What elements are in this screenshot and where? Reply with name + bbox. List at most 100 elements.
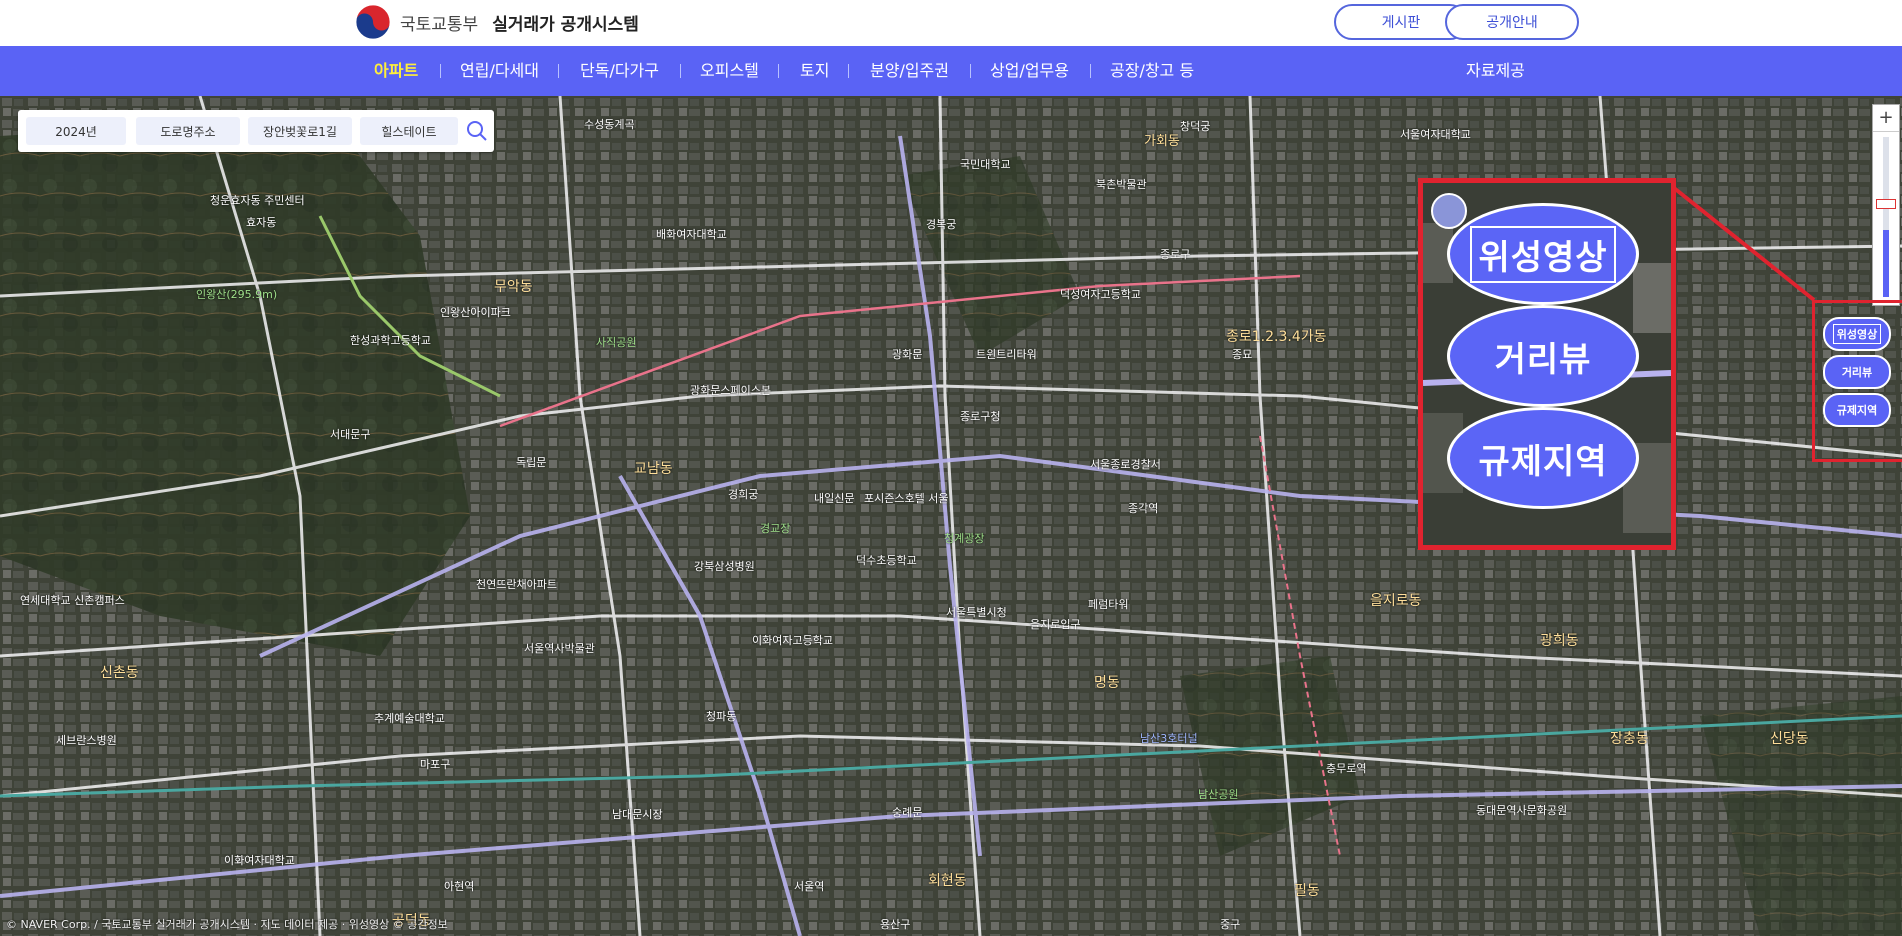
guide-button[interactable]: 공개안내 xyxy=(1445,4,1579,40)
road-select[interactable]: 장안벚꽃로1길 xyxy=(248,117,352,145)
map-label: 신당동 xyxy=(1770,731,1809,747)
street-view-button[interactable]: 거리뷰 xyxy=(1823,355,1891,389)
map-label: 종로구청 xyxy=(960,410,1001,423)
map-label: 서울역 xyxy=(794,880,825,893)
map-label: 서울역사박물관 xyxy=(524,642,595,655)
map-label: 강북삼성병원 xyxy=(694,560,755,573)
map-label: 중구 xyxy=(1220,918,1241,931)
nav-divider xyxy=(848,64,849,78)
map-label: 무악동 xyxy=(494,279,533,295)
map-label: 이화여자대학교 xyxy=(224,854,295,867)
search-panel: 2024년 도로명주소 장안벚꽃로1길 힐스테이트 xyxy=(18,110,494,152)
map-label: 광희동 xyxy=(1540,633,1579,649)
nav-divider xyxy=(558,64,559,78)
ministry-logo[interactable]: 국토교통부 실거래가 공개시스템 xyxy=(354,3,639,41)
map-label: 종묘 xyxy=(1232,348,1253,361)
nav-divider xyxy=(778,64,779,78)
map-copyright: © NAVER Corp. / 국토교통부 실거래가 공개시스템 · 지도 데이… xyxy=(6,918,448,931)
satellite-button-label: 위성영상 xyxy=(1832,324,1882,344)
top-header: 국토교통부 실거래가 공개시스템 게시판 공개안내 xyxy=(0,0,1902,46)
map-label: 효자동 xyxy=(246,216,277,229)
map-label: 경복궁 xyxy=(926,218,957,231)
nav-item-rowhouse[interactable]: 연립/다세대 xyxy=(460,46,539,96)
satellite-button-zoomed[interactable]: 위성영상 xyxy=(1447,203,1639,305)
map-label: 교남동 xyxy=(634,461,673,477)
nav-item-presale[interactable]: 분양/입주권 xyxy=(870,46,949,96)
map-label: 청운효자동 주민센터 xyxy=(210,194,305,207)
nav-item-apartment[interactable]: 아파트 xyxy=(374,46,418,96)
nav-divider xyxy=(680,64,681,78)
nav-item-land[interactable]: 토지 xyxy=(800,46,829,96)
map-label: 종각역 xyxy=(1128,502,1159,515)
map-label: 인왕산(295.9m) xyxy=(196,288,278,301)
map-label: 남산공원 xyxy=(1198,788,1239,801)
satellite-button-zoomed-label: 위성영상 xyxy=(1470,225,1616,283)
map-label: 서울여자대학교 xyxy=(1400,128,1471,141)
map-label: 서울종로경찰서 xyxy=(1090,458,1161,471)
nav-divider xyxy=(440,64,441,78)
main-nav: 아파트 연립/다세대 단독/다가구 오피스텔 토지 분양/입주권 상업/업무용 … xyxy=(0,46,1902,96)
map-label: 광화문스페이스본 xyxy=(690,384,771,397)
zoom-slider[interactable] xyxy=(1883,137,1889,297)
map-label: 필동 xyxy=(1294,883,1320,899)
map-label: 수성동계곡 xyxy=(584,118,635,131)
map-label: 페럼타워 xyxy=(1088,598,1129,611)
nav-item-officetel[interactable]: 오피스텔 xyxy=(700,46,759,96)
map-label: 회현동 xyxy=(928,873,967,889)
map-label: 남산3호터널 xyxy=(1140,732,1198,745)
map-label: 마포구 xyxy=(420,758,451,771)
map-label: 을지로입구 xyxy=(1030,618,1081,631)
nav-item-data-provision[interactable]: 자료제공 xyxy=(1466,46,1525,96)
map-label: 국민대학교 xyxy=(960,158,1011,171)
taegeuk-emblem-icon xyxy=(355,4,391,40)
map-label: 동대문역사문화공원 xyxy=(1476,804,1568,817)
map-label: 천연뜨란채아파트 xyxy=(476,578,557,591)
map-label: 신촌동 xyxy=(100,665,139,681)
map-label: 서울특별시청 xyxy=(946,606,1007,619)
map-type-buttons: 위성영상 거리뷰 규제지역 xyxy=(1812,300,1902,462)
street-view-button-zoomed[interactable]: 거리뷰 xyxy=(1447,305,1639,407)
map-label: 장충동 xyxy=(1610,731,1649,747)
map-label: 세브란스병원 xyxy=(56,734,117,747)
map-label: 경교장 xyxy=(760,522,791,535)
satellite-button[interactable]: 위성영상 xyxy=(1823,317,1891,351)
regulation-area-button[interactable]: 규제지역 xyxy=(1823,393,1891,427)
map-label: 숭례문 xyxy=(892,806,923,819)
map-label: 독립문 xyxy=(516,456,547,469)
map-label: 창덕궁 xyxy=(1180,120,1211,133)
map-label: 아현역 xyxy=(444,880,475,893)
map-label: 종로구 xyxy=(1160,248,1191,261)
nav-item-factory[interactable]: 공장/창고 등 xyxy=(1110,46,1194,96)
map-label: 가회동 xyxy=(1144,134,1180,149)
map-label: 청파동 xyxy=(706,710,737,723)
map-label: 덕성여자고등학교 xyxy=(1060,288,1141,301)
map-label: 충무로역 xyxy=(1326,762,1367,775)
zoom-in-button[interactable]: + xyxy=(1873,105,1899,132)
map-label: 덕수초등학교 xyxy=(856,554,917,567)
map-label: 서대문구 xyxy=(330,428,371,441)
regulation-area-button-zoomed[interactable]: 규제지역 xyxy=(1447,407,1639,509)
nav-item-commercial[interactable]: 상업/업무용 xyxy=(990,46,1069,96)
complex-select[interactable]: 힐스테이트 xyxy=(360,117,458,145)
map-label: 추계예술대학교 xyxy=(374,712,445,725)
nav-item-detached[interactable]: 단독/다가구 xyxy=(580,46,659,96)
callout-connector xyxy=(1662,178,1816,302)
nav-divider xyxy=(1090,64,1091,78)
nav-divider xyxy=(970,64,971,78)
map-label: 인왕산아이파크 xyxy=(440,306,511,319)
year-select[interactable]: 2024년 xyxy=(26,117,126,145)
address-type-select[interactable]: 도로명주소 xyxy=(136,117,240,145)
map-label: 배화여자대학교 xyxy=(656,228,727,241)
map-label: 트윈트리타워 xyxy=(976,348,1037,361)
zoom-slider-handle[interactable] xyxy=(1876,199,1896,209)
search-icon[interactable] xyxy=(464,118,490,144)
map-label: 청계광장 xyxy=(944,532,985,545)
map-label: 종로1.2.3.4가동 xyxy=(1226,329,1327,345)
map-label: 내일신문 xyxy=(814,492,855,505)
map-label: 남대문시장 xyxy=(612,808,663,821)
map-label: 경희궁 xyxy=(728,488,759,501)
map-label: 연세대학교 신촌캠퍼스 xyxy=(20,594,125,607)
zoom-slider-fill xyxy=(1883,229,1889,297)
system-name: 실거래가 공개시스템 xyxy=(492,14,639,35)
building-marker-icon xyxy=(1431,193,1467,229)
